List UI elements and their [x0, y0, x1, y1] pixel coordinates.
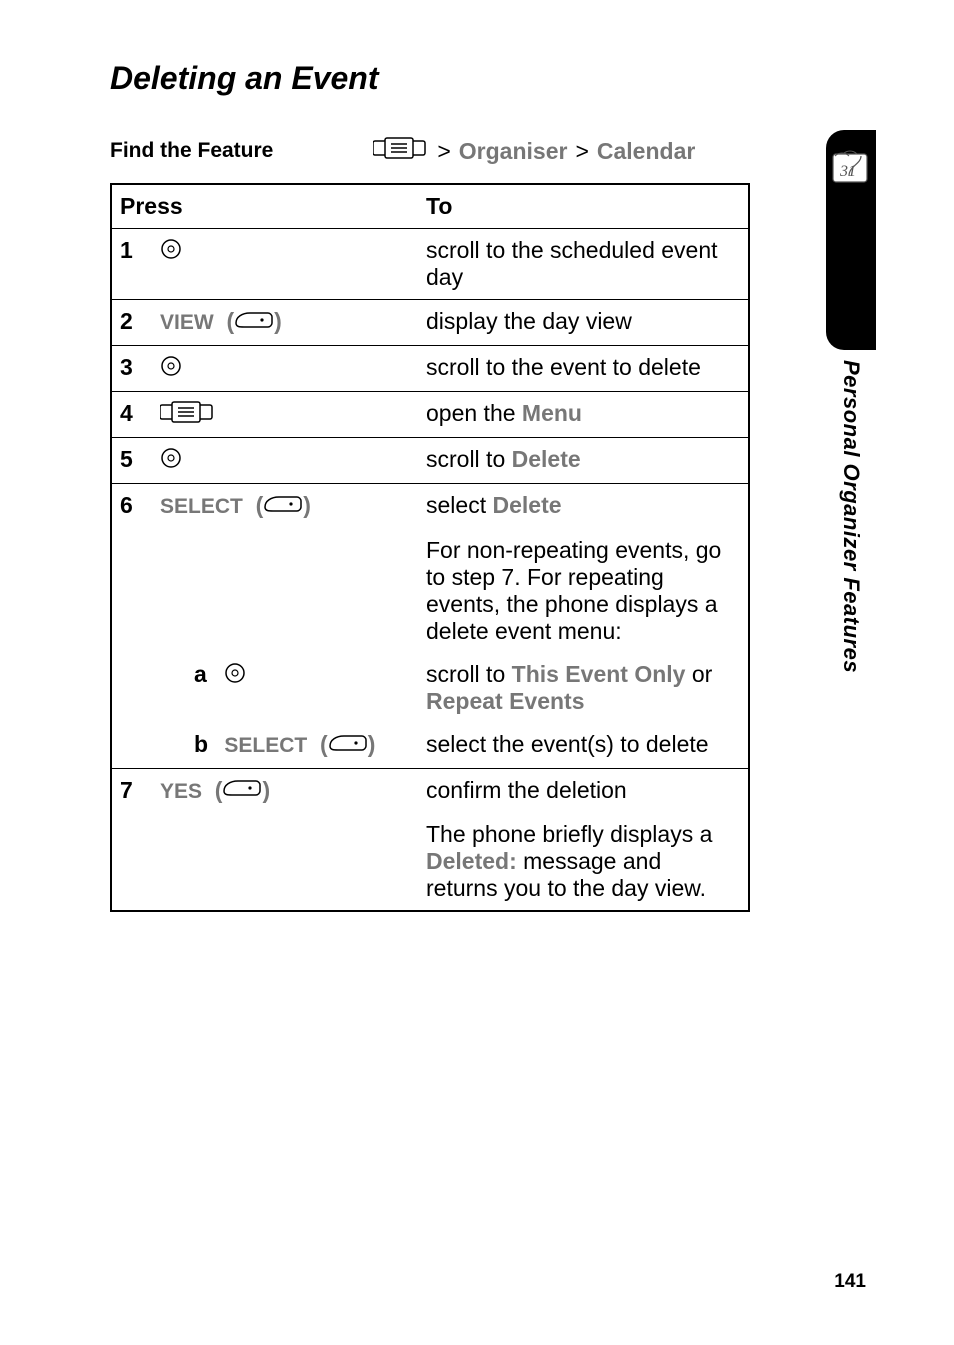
breadcrumb-calendar: Calendar — [597, 138, 695, 165]
section-tab — [826, 130, 876, 350]
press-cell: VIEW () — [154, 300, 420, 346]
menu-key-icon — [373, 137, 429, 165]
breadcrumb: > Organiser > Calendar — [373, 137, 695, 165]
to-text: scroll to — [426, 661, 512, 687]
to-text: or — [685, 661, 712, 687]
menu-key-icon — [160, 401, 216, 429]
step6-note: For non-repeating events, go to step 7. … — [420, 529, 749, 653]
to-cell: select Delete — [420, 483, 749, 528]
deleted-word: Deleted: — [426, 848, 517, 874]
soft-key-icon — [234, 309, 274, 337]
to-cell: scroll to Delete — [420, 437, 749, 483]
press-cell-sub: b SELECT () — [154, 723, 420, 768]
calendar-tab-icon — [831, 146, 871, 191]
press-cell: YES () — [154, 768, 420, 813]
section-label: Personal Organizer Features — [838, 360, 864, 673]
col-header-to: To — [420, 184, 749, 229]
substep-letter: b — [194, 731, 218, 758]
to-cell: select the event(s) to delete — [420, 723, 749, 768]
breadcrumb-sep: > — [437, 138, 450, 165]
step-number: 6 — [111, 483, 154, 528]
step-number: 2 — [111, 300, 154, 346]
to-cell: scroll to the scheduled event day — [420, 229, 749, 300]
delete-word: Delete — [512, 446, 581, 472]
to-text: select — [426, 492, 492, 518]
soft-key-label: SELECT — [224, 734, 307, 757]
press-cell — [154, 391, 420, 437]
to-cell: scroll to the event to delete — [420, 345, 749, 391]
menu-word: Menu — [522, 400, 582, 426]
soft-key-label: SELECT — [160, 495, 243, 518]
to-cell: confirm the deletion — [420, 768, 749, 813]
to-text: open the — [426, 400, 522, 426]
nav-key-icon — [160, 355, 182, 383]
step-number: 1 — [111, 229, 154, 300]
note-text: The phone briefly displays a — [426, 821, 712, 847]
breadcrumb-sep: > — [575, 138, 588, 165]
find-feature-label: Find the Feature — [110, 139, 273, 163]
to-cell: scroll to This Event Only or Repeat Even… — [420, 653, 749, 723]
step-number: 3 — [111, 345, 154, 391]
press-cell — [154, 229, 420, 300]
soft-key-icon — [263, 493, 303, 521]
soft-key-icon — [328, 732, 368, 760]
option-word: This Event Only — [512, 661, 686, 687]
to-text: scroll to — [426, 446, 512, 472]
to-cell: open the Menu — [420, 391, 749, 437]
nav-key-icon — [160, 447, 182, 475]
press-cell — [154, 437, 420, 483]
nav-key-icon — [224, 662, 246, 690]
breadcrumb-organiser: Organiser — [459, 138, 568, 165]
press-cell-sub: a — [154, 653, 420, 723]
delete-word: Delete — [492, 492, 561, 518]
page-title: Deleting an Event — [110, 60, 854, 97]
step-number: 4 — [111, 391, 154, 437]
soft-key-label: VIEW — [160, 311, 214, 334]
nav-key-icon — [160, 238, 182, 266]
step7-note: The phone briefly displays a Deleted: me… — [420, 813, 749, 911]
option-word: Repeat Events — [426, 688, 585, 714]
to-cell: display the day view — [420, 300, 749, 346]
step-number: 7 — [111, 768, 154, 813]
step-number: 5 — [111, 437, 154, 483]
soft-key-label: YES — [160, 780, 202, 803]
substep-letter: a — [194, 661, 218, 688]
press-cell — [154, 345, 420, 391]
page-number: 141 — [834, 1271, 866, 1293]
steps-table: Press To 1 scroll to the scheduled event… — [110, 183, 750, 912]
col-header-press: Press — [111, 184, 420, 229]
soft-key-icon — [222, 777, 262, 805]
press-cell: SELECT () — [154, 483, 420, 528]
